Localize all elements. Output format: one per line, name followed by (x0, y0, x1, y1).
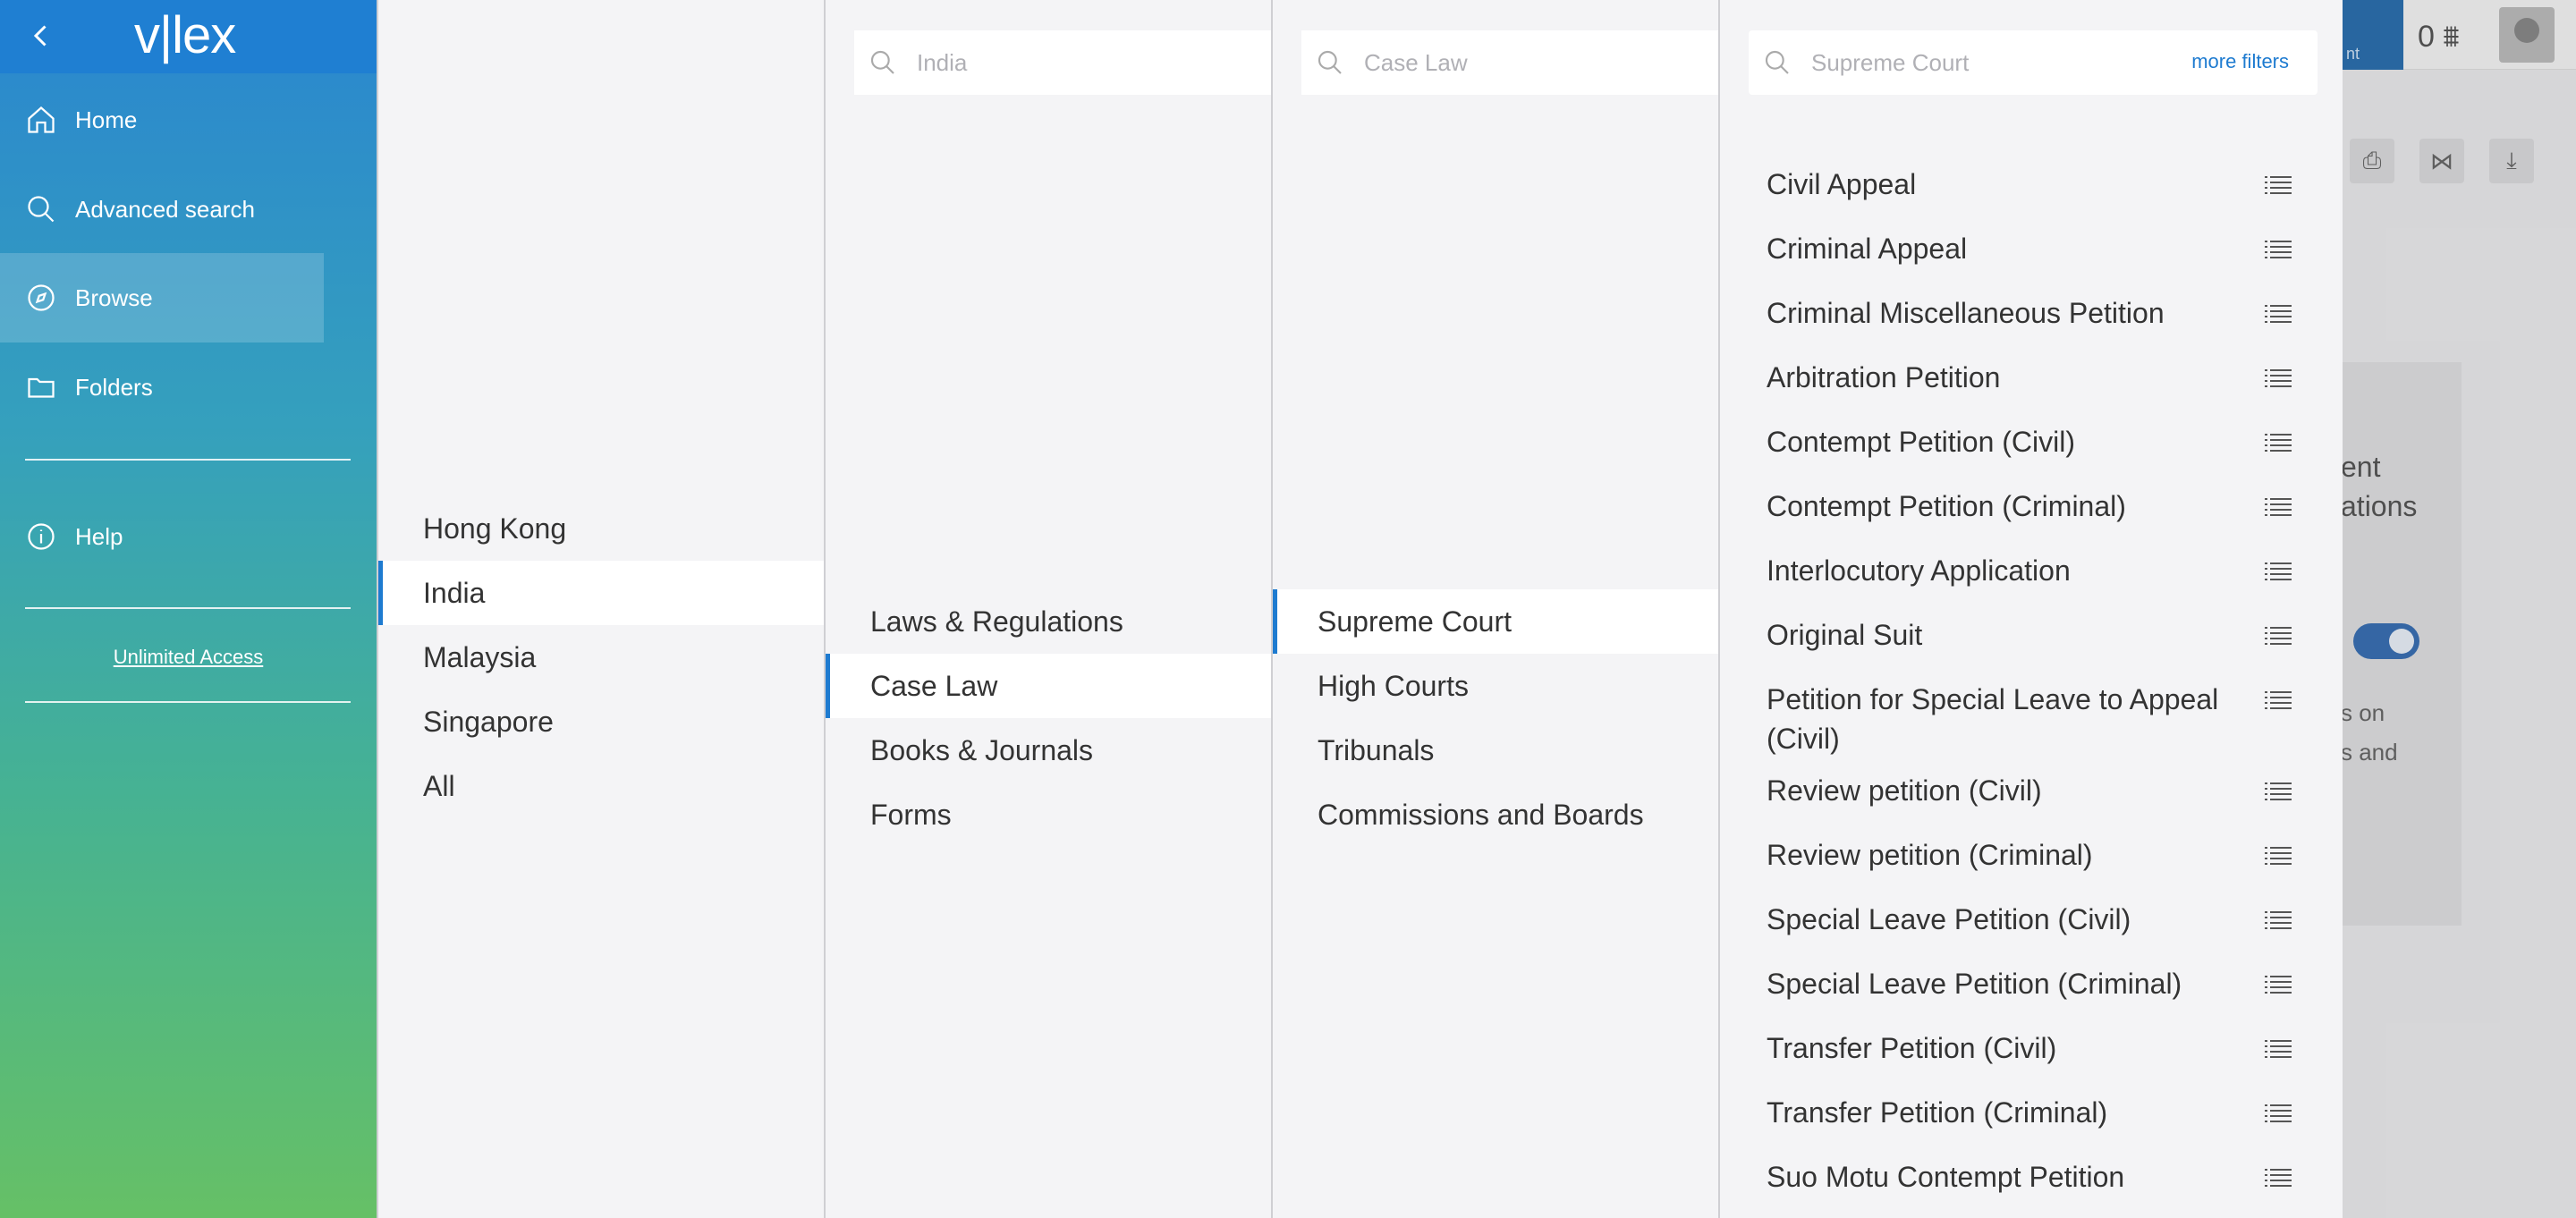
search-icon (1765, 50, 1789, 74)
list-item[interactable]: Suo Motu Contempt Petition (1720, 1157, 2310, 1197)
unlimited-access-link[interactable]: Unlimited Access (0, 646, 377, 669)
list-menu-icon[interactable] (2264, 495, 2292, 517)
sidebar-item-label: Browse (75, 283, 153, 311)
list-item[interactable]: Review petition (Civil) (1720, 771, 2310, 810)
sidebar-header: v|lex (0, 0, 377, 73)
list-menu-icon[interactable] (2264, 367, 2292, 388)
search-icon (870, 50, 894, 74)
case-type-label: Special Leave Petition (Civil) (1767, 903, 2131, 935)
content-type-search (854, 30, 1273, 95)
list-menu-icon[interactable] (2264, 909, 2292, 930)
list-item[interactable]: Arbitration Petition (1720, 358, 2310, 397)
list-item[interactable]: Special Leave Petition (Civil) (1720, 900, 2310, 939)
sidebar-item-label: Folders (75, 373, 153, 401)
sidebar-item-folders[interactable]: Folders (0, 343, 324, 432)
case-type-label: Civil Appeal (1767, 168, 1917, 200)
compass-icon (28, 284, 55, 311)
list-item[interactable]: India (378, 561, 824, 625)
list-item[interactable]: Malaysia (378, 625, 824, 689)
sidebar-item-advanced-search[interactable]: Advanced search (0, 165, 324, 254)
sidebar-item-home[interactable]: Home (0, 75, 324, 165)
list-item[interactable]: Original Suit (1720, 615, 2310, 655)
list-menu-icon[interactable] (2264, 973, 2292, 994)
list-item[interactable]: All (378, 754, 824, 818)
court-column: Supreme Court High Courts Tribunals Comm… (1271, 0, 1720, 1218)
list-menu-icon[interactable] (2264, 1102, 2292, 1123)
list-item[interactable]: Contempt Petition (Civil) (1720, 422, 2310, 461)
overlay-shade (2341, 0, 2576, 1218)
content-type-search-input[interactable] (917, 48, 1203, 77)
list-item[interactable]: Criminal Miscellaneous Petition (1720, 293, 2310, 333)
list-item[interactable]: Transfer Petition (Criminal) (1720, 1093, 2310, 1132)
case-type-label: Criminal Miscellaneous Petition (1767, 297, 2165, 329)
list-menu-icon[interactable] (2264, 560, 2292, 581)
jurisdiction-column: Hong Kong India Malaysia Singapore All (377, 0, 824, 1218)
case-type-label: Interlocutory Application (1767, 554, 2071, 587)
list-item[interactable]: Laws & Regulations (826, 589, 1271, 654)
back-arrow-icon[interactable] (25, 20, 57, 52)
info-icon (28, 523, 55, 550)
sidebar-divider (25, 607, 351, 609)
sidebar-item-browse[interactable]: Browse (0, 253, 324, 343)
list-menu-icon[interactable] (2264, 689, 2292, 710)
list-item[interactable]: Supreme Court (1273, 589, 1718, 654)
list-menu-icon[interactable] (2264, 302, 2292, 324)
case-type-column: more filters Civil Appeal Criminal Appeal… (1718, 0, 2343, 1218)
list-item[interactable]: High Courts (1273, 654, 1718, 718)
case-type-label: Arbitration Petition (1767, 361, 2001, 393)
list-menu-icon[interactable] (2264, 624, 2292, 646)
list-item[interactable]: Contempt Petition (Criminal) (1720, 486, 2310, 526)
sidebar-item-help[interactable]: Help (0, 492, 324, 581)
case-type-search: more filters (1749, 30, 2318, 95)
list-menu-icon[interactable] (2264, 780, 2292, 801)
case-type-label: Review petition (Criminal) (1767, 839, 2093, 871)
list-item[interactable]: Books & Journals (826, 718, 1271, 782)
case-type-label: Contempt Petition (Criminal) (1767, 490, 2126, 522)
list-item[interactable]: Singapore (378, 689, 824, 754)
case-type-search-input[interactable] (1811, 48, 2097, 77)
more-filters-link[interactable]: more filters (2191, 50, 2289, 73)
list-item[interactable]: Review petition (Criminal) (1720, 835, 2310, 875)
case-type-label: Suo Motu Contempt Petition (1767, 1161, 2125, 1193)
sidebar-item-label: Help (75, 522, 123, 550)
list-menu-icon[interactable] (2264, 1166, 2292, 1188)
list-menu-icon[interactable] (2264, 173, 2292, 195)
case-type-label: Petition for Special Leave to Appeal (Ci… (1767, 683, 2219, 755)
list-item[interactable]: Civil Appeal (1720, 165, 2310, 204)
case-type-label: Special Leave Petition (Criminal) (1767, 968, 2182, 1000)
folder-icon (28, 377, 55, 398)
list-item[interactable]: Tribunals (1273, 718, 1718, 782)
list-item[interactable]: Hong Kong (378, 496, 824, 561)
list-item[interactable]: Interlocutory Application (1720, 551, 2310, 590)
list-menu-icon[interactable] (2264, 431, 2292, 453)
case-type-label: Transfer Petition (Criminal) (1767, 1096, 2108, 1129)
case-type-label: Original Suit (1767, 619, 1923, 651)
case-type-label: Transfer Petition (Civil) (1767, 1032, 2057, 1064)
list-item[interactable]: Case Law (826, 654, 1271, 718)
case-type-label: Contempt Petition (Civil) (1767, 426, 2075, 458)
list-menu-icon[interactable] (2264, 1037, 2292, 1059)
court-search (1301, 30, 1720, 95)
case-type-label: Criminal Appeal (1767, 233, 1968, 265)
sidebar-divider (25, 459, 351, 461)
list-item[interactable]: Criminal Appeal (1720, 229, 2310, 268)
search-icon (1318, 50, 1342, 74)
sidebar: v|lex Home Advanced search Browse Folder… (0, 0, 377, 1218)
sidebar-item-label: Advanced search (75, 195, 255, 223)
case-type-label: Review petition (Civil) (1767, 774, 2042, 807)
list-item[interactable]: Petition for Special Leave to Appeal (Ci… (1720, 680, 2310, 758)
vlex-logo[interactable]: v|lex (134, 5, 236, 65)
court-search-input[interactable] (1364, 48, 1650, 77)
list-item[interactable]: Transfer Petition (Civil) (1720, 1028, 2310, 1068)
list-menu-icon[interactable] (2264, 238, 2292, 259)
sidebar-item-label: Home (75, 106, 138, 133)
search-icon (28, 196, 55, 223)
list-item[interactable]: Special Leave Petition (Criminal) (1720, 964, 2310, 1003)
sidebar-divider (25, 701, 351, 703)
content-type-column: Laws & Regulations Case Law Books & Jour… (824, 0, 1273, 1218)
home-icon (28, 106, 55, 133)
list-item[interactable]: Commissions and Boards (1273, 782, 1718, 847)
list-item[interactable]: Forms (826, 782, 1271, 847)
list-menu-icon[interactable] (2264, 844, 2292, 866)
